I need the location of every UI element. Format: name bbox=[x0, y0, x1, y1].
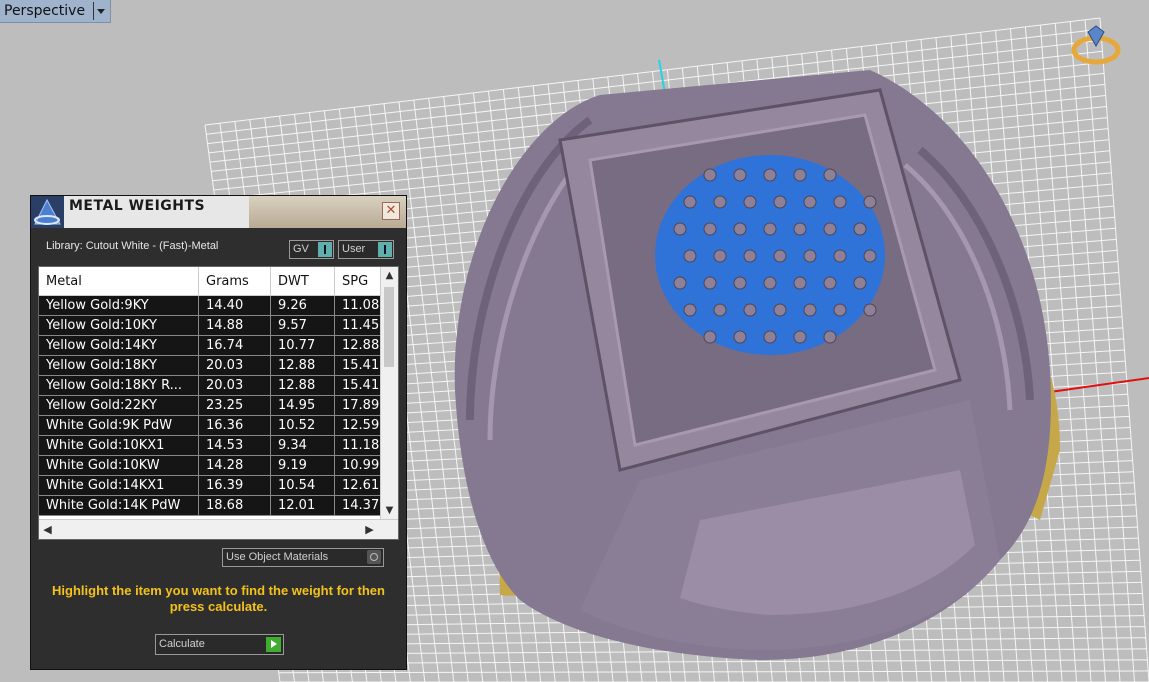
cell-grams: 16.36 bbox=[198, 415, 271, 436]
calculate-label: Calculate bbox=[159, 638, 205, 650]
cell-dwt: 9.34 bbox=[270, 435, 335, 456]
x-axis-line bbox=[1049, 377, 1149, 393]
metal-weights-table[interactable]: Metal Grams DWT SPG Yellow Gold:9KY 14.40… bbox=[38, 266, 399, 540]
cell-dwt: 10.52 bbox=[270, 415, 335, 436]
panel-header[interactable]: METAL WEIGHTS ✕ bbox=[31, 196, 406, 228]
viewport-label[interactable]: Perspective bbox=[0, 0, 112, 23]
column-header-grams[interactable]: Grams bbox=[198, 267, 271, 296]
table-row[interactable]: Yellow Gold:10KY 14.88 9.57 11.45 bbox=[39, 315, 395, 336]
scroll-right-icon[interactable]: ▶ bbox=[361, 520, 378, 539]
cell-dwt: 9.26 bbox=[270, 295, 335, 316]
scroll-thumb[interactable] bbox=[384, 287, 394, 367]
chevron-down-icon[interactable] bbox=[93, 2, 106, 20]
cell-metal: Yellow Gold:22KY bbox=[39, 395, 199, 416]
cell-grams: 18.68 bbox=[198, 495, 271, 516]
play-icon bbox=[266, 637, 281, 652]
cell-metal: Yellow Gold:9KY bbox=[39, 295, 199, 316]
table-row[interactable]: White Gold:10KW 14.28 9.19 10.99 bbox=[39, 455, 395, 476]
table-row[interactable]: White Gold:10KX1 14.53 9.34 11.18 bbox=[39, 435, 395, 456]
toggle-indicator-icon bbox=[318, 242, 332, 257]
cell-grams: 14.28 bbox=[198, 455, 271, 476]
table-row[interactable]: Yellow Gold:14KY 16.74 10.77 12.88 bbox=[39, 335, 395, 356]
use-object-materials-toggle[interactable]: Use Object Materials bbox=[222, 548, 384, 567]
table-row[interactable]: Yellow Gold:18KY R... 20.03 12.88 15.41 bbox=[39, 375, 395, 396]
cell-grams: 16.39 bbox=[198, 475, 271, 496]
cell-metal: White Gold:14KX1 bbox=[39, 475, 199, 496]
cell-metal: Yellow Gold:10KY bbox=[39, 315, 199, 336]
cell-metal: White Gold:14K PdW bbox=[39, 495, 199, 516]
cell-metal: Yellow Gold:18KY bbox=[39, 355, 199, 376]
panel-title: METAL WEIGHTS bbox=[64, 196, 249, 228]
scroll-up-icon[interactable]: ▲ bbox=[381, 267, 398, 284]
cell-grams: 20.03 bbox=[198, 355, 271, 376]
close-icon[interactable]: ✕ bbox=[382, 202, 400, 220]
cell-grams: 14.53 bbox=[198, 435, 271, 456]
cell-dwt: 10.54 bbox=[270, 475, 335, 496]
cell-grams: 14.88 bbox=[198, 315, 271, 336]
viewport-name: Perspective bbox=[4, 3, 86, 19]
cell-grams: 23.25 bbox=[198, 395, 271, 416]
user-label: User bbox=[342, 243, 366, 255]
column-header-dwt[interactable]: DWT bbox=[270, 267, 335, 296]
cell-metal: White Gold:10KX1 bbox=[39, 435, 199, 456]
instruction-text: Highlight the item you want to find the … bbox=[52, 583, 385, 614]
gv-label: GV bbox=[293, 243, 309, 255]
panel-title-bar[interactable]: ✕ bbox=[249, 196, 406, 228]
metal-weights-panel: METAL WEIGHTS ✕ Library: Cutout White - … bbox=[30, 195, 407, 670]
use-object-materials-label: Use Object Materials bbox=[226, 551, 329, 563]
table-row[interactable]: Yellow Gold:9KY 14.40 9.26 11.08 bbox=[39, 295, 395, 316]
scroll-left-icon[interactable]: ◀ bbox=[39, 520, 56, 539]
cell-dwt: 9.57 bbox=[270, 315, 335, 336]
cell-metal: Yellow Gold:18KY R... bbox=[39, 375, 199, 396]
app-logo-icon bbox=[31, 196, 64, 228]
cell-dwt: 14.95 bbox=[270, 395, 335, 416]
gv-toggle[interactable]: GV bbox=[289, 240, 334, 259]
navigation-gizmo-icon[interactable] bbox=[1068, 22, 1124, 70]
radio-indicator-icon bbox=[367, 550, 381, 564]
cell-dwt: 10.77 bbox=[270, 335, 335, 356]
cell-dwt: 12.01 bbox=[270, 495, 335, 516]
table-row[interactable]: White Gold:14KX1 16.39 10.54 12.61 bbox=[39, 475, 395, 496]
cell-dwt: 12.88 bbox=[270, 375, 335, 396]
library-label: Library: Cutout White - (Fast)-Metal bbox=[46, 240, 219, 252]
cell-metal: White Gold:10KW bbox=[39, 455, 199, 476]
toggle-indicator-icon bbox=[378, 242, 392, 257]
cell-grams: 20.03 bbox=[198, 375, 271, 396]
calculate-button[interactable]: Calculate bbox=[155, 634, 284, 655]
column-header-metal[interactable]: Metal bbox=[39, 267, 199, 296]
table-row[interactable]: Yellow Gold:18KY 20.03 12.88 15.41 bbox=[39, 355, 395, 376]
cell-grams: 16.74 bbox=[198, 335, 271, 356]
ring-model[interactable] bbox=[454, 70, 1060, 660]
horizontal-scrollbar[interactable]: ◀ ▶ bbox=[39, 519, 398, 539]
user-toggle[interactable]: User bbox=[338, 240, 394, 259]
table-row[interactable]: White Gold:9K PdW 16.36 10.52 12.59 bbox=[39, 415, 395, 436]
cell-dwt: 12.88 bbox=[270, 355, 335, 376]
cell-grams: 14.40 bbox=[198, 295, 271, 316]
cell-dwt: 9.19 bbox=[270, 455, 335, 476]
scroll-down-icon[interactable]: ▼ bbox=[381, 502, 398, 519]
table-row[interactable]: Yellow Gold:22KY 23.25 14.95 17.89 bbox=[39, 395, 395, 416]
table-row[interactable]: White Gold:14K PdW 18.68 12.01 14.37 bbox=[39, 495, 395, 516]
cell-metal: Yellow Gold:14KY bbox=[39, 335, 199, 356]
vertical-scrollbar[interactable]: ▲ ▼ bbox=[380, 267, 398, 519]
cell-metal: White Gold:9K PdW bbox=[39, 415, 199, 436]
